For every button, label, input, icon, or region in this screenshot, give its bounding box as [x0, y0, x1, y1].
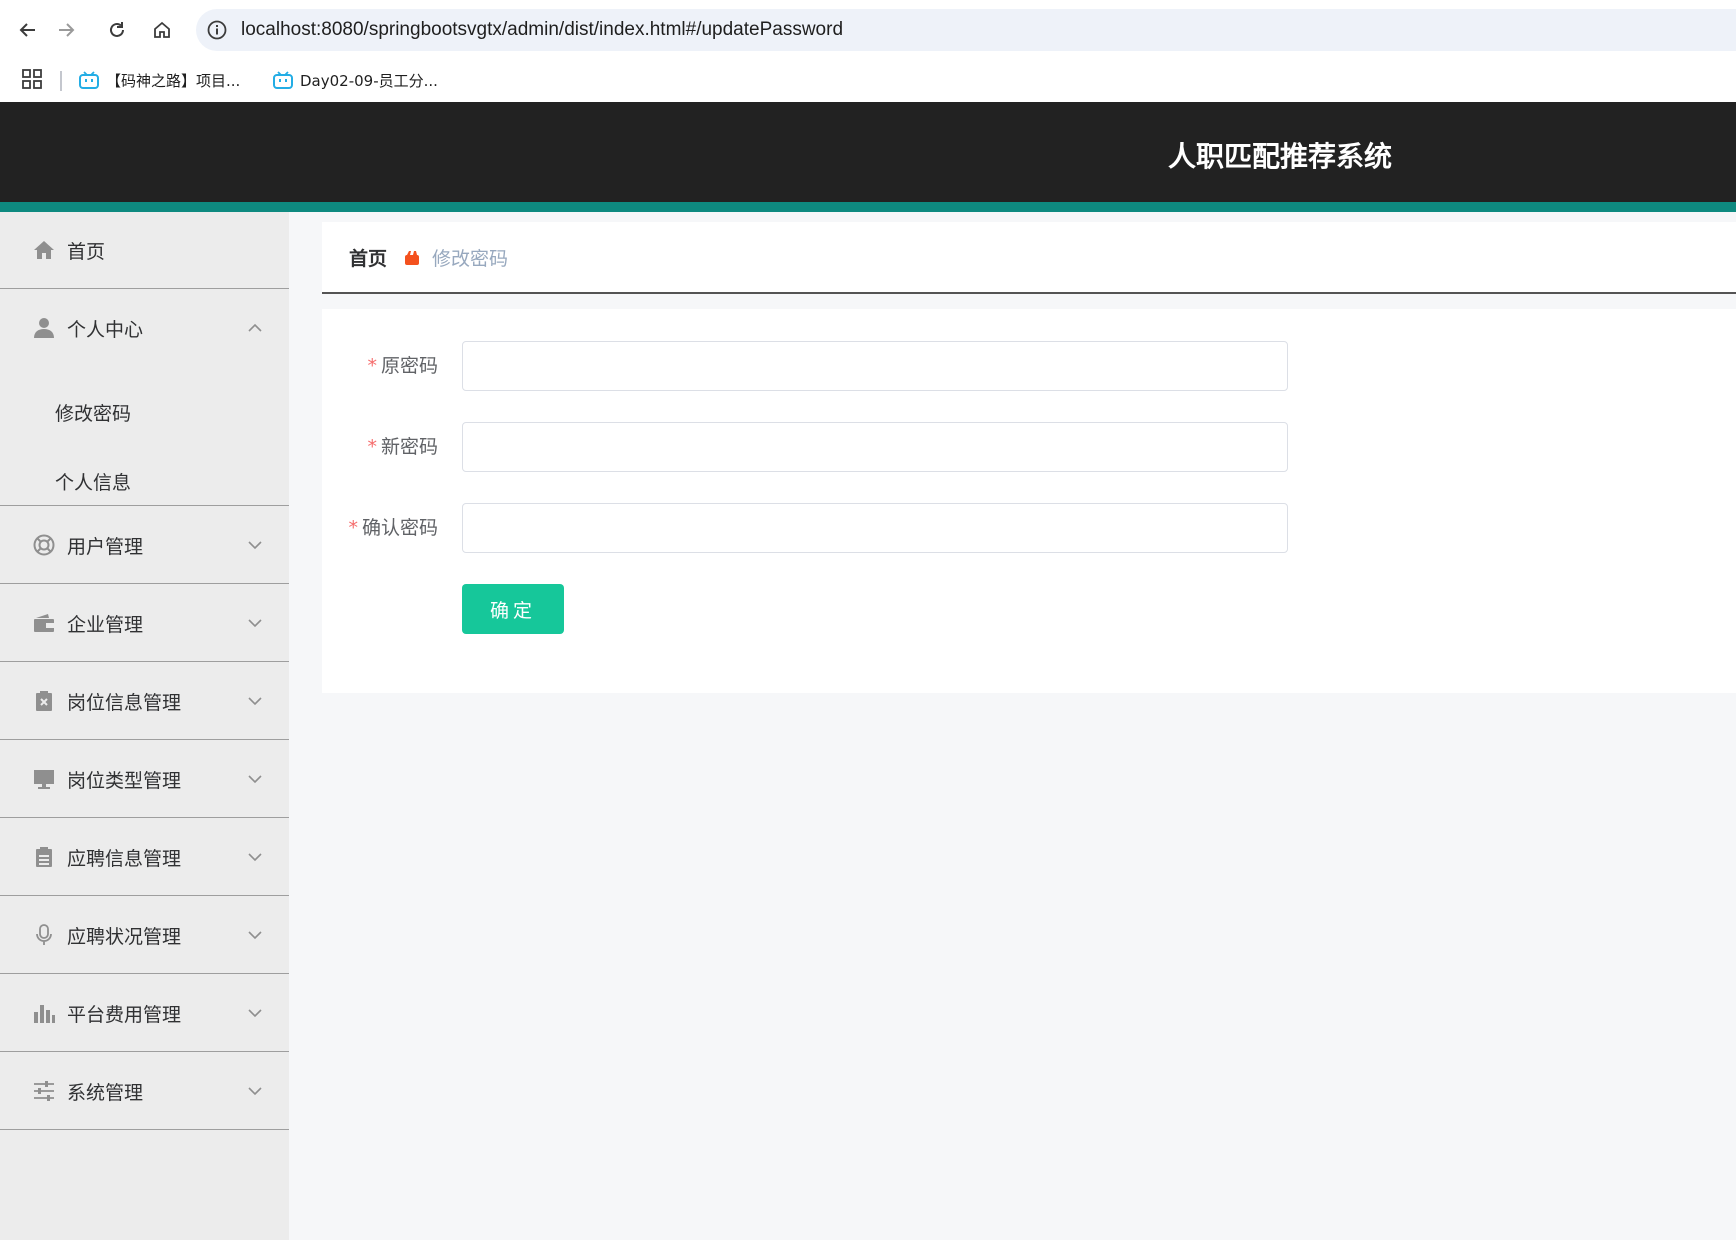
sidebar-item-job-type-management[interactable]: 岗位类型管理 [0, 740, 289, 818]
required-asterisk: * [348, 517, 358, 539]
chevron-up-icon[interactable] [246, 319, 264, 337]
breadcrumb: 首页 修改密码 [322, 222, 1736, 294]
home-icon [34, 241, 54, 259]
required-asterisk: * [367, 436, 377, 458]
breadcrumb-current: 修改密码 [432, 248, 509, 270]
required-asterisk: * [367, 355, 377, 377]
arrow-right-icon [59, 23, 75, 37]
app-title: 人职匹配推荐系统 [1167, 140, 1392, 173]
sidebar-item-label: 个人中心 [67, 318, 144, 341]
url-text[interactable]: localhost:8080/springbootsvgtx/admin/dis… [241, 9, 843, 51]
chevron-down-icon[interactable] [246, 926, 264, 944]
lifebuoy-icon [33, 534, 55, 556]
browser-toolbar: localhost:8080/springbootsvgtx/admin/dis… [0, 0, 1736, 58]
breadcrumb-separator-icon [405, 251, 419, 265]
bilibili-icon [273, 71, 293, 89]
sidebar-item-label: 用户管理 [67, 535, 144, 558]
sidebar: 首页 个人中心 修改密码 个人信息 用户管理 企业管理 岗位信息管理 岗位类型管… [0, 212, 289, 1240]
sidebar-item-label: 应聘信息管理 [67, 847, 182, 870]
sidebar-item-personal-center[interactable]: 个人中心 修改密码 个人信息 [0, 289, 289, 506]
sidebar-item-label: 企业管理 [67, 613, 144, 636]
main-content: 首页 修改密码 * 原密码 * 新密码 * 确认密码 确定 [289, 212, 1736, 1240]
confirm-password-input[interactable] [462, 503, 1288, 553]
sidebar-item-label: 系统管理 [67, 1081, 144, 1104]
forward-button[interactable] [50, 14, 82, 46]
bilibili-icon [79, 71, 99, 89]
chevron-down-icon[interactable] [246, 1004, 264, 1022]
sidebar-item-label: 岗位信息管理 [67, 691, 182, 714]
apps-grid-icon[interactable] [20, 67, 44, 91]
back-button[interactable] [12, 14, 44, 46]
home-button[interactable] [146, 14, 178, 46]
bookmarks-bar: 【码神之路】项目... Day02-09-员工分... [0, 58, 1736, 102]
bookmark-label: 【码神之路】项目... [106, 71, 241, 90]
old-password-row: * 原密码 [322, 341, 1736, 391]
confirm-button[interactable]: 确定 [462, 584, 564, 634]
reload-icon [110, 22, 124, 37]
microphone-icon [36, 924, 52, 945]
bar-chart-icon [34, 1005, 55, 1023]
sliders-icon [34, 1081, 54, 1101]
sidebar-item-home[interactable]: 首页 [0, 212, 289, 289]
address-bar[interactable]: localhost:8080/springbootsvgtx/admin/dis… [196, 9, 1736, 51]
wallet-icon [34, 614, 54, 632]
confirm-password-label: * 确认密码 [348, 517, 438, 539]
clipboard-x-icon [36, 691, 52, 711]
sidebar-item-label: 应聘状况管理 [67, 925, 182, 948]
app-header: 人职匹配推荐系统 [0, 102, 1736, 212]
chevron-down-icon[interactable] [246, 848, 264, 866]
old-password-input[interactable] [462, 341, 1288, 391]
sidebar-item-application-status-management[interactable]: 应聘状况管理 [0, 896, 289, 974]
old-password-label: * 原密码 [367, 355, 438, 377]
chevron-down-icon[interactable] [246, 536, 264, 554]
sidebar-item-enterprise-management[interactable]: 企业管理 [0, 584, 289, 662]
bookmark-label: Day02-09-员工分... [300, 71, 438, 90]
submenu-item-change-password[interactable]: 修改密码 [55, 399, 131, 426]
monitor-icon [34, 770, 54, 789]
clipboard-icon [36, 847, 52, 867]
sidebar-item-platform-fee-management[interactable]: 平台费用管理 [0, 974, 289, 1052]
breadcrumb-home[interactable]: 首页 [349, 222, 387, 296]
bookmark-item[interactable]: Day02-09-员工分... [272, 58, 438, 102]
sidebar-item-label: 首页 [67, 240, 106, 263]
bookmark-item[interactable]: 【码神之路】项目... [78, 58, 240, 102]
sidebar-item-job-info-management[interactable]: 岗位信息管理 [0, 662, 289, 740]
user-icon [34, 318, 54, 338]
chevron-down-icon[interactable] [246, 692, 264, 710]
new-password-input[interactable] [462, 422, 1288, 472]
sidebar-item-label: 岗位类型管理 [67, 769, 182, 792]
header-accent-bar [0, 202, 1736, 212]
arrow-left-icon [19, 23, 35, 37]
sidebar-item-application-info-management[interactable]: 应聘信息管理 [0, 818, 289, 896]
reload-button[interactable] [101, 14, 133, 46]
home-outline-icon [154, 21, 170, 38]
sidebar-item-user-management[interactable]: 用户管理 [0, 506, 289, 584]
chevron-down-icon[interactable] [246, 1082, 264, 1100]
confirm-password-row: * 确认密码 [322, 503, 1736, 553]
new-password-label: * 新密码 [367, 436, 438, 458]
new-password-row: * 新密码 [322, 422, 1736, 472]
change-password-form: * 原密码 * 新密码 * 确认密码 确定 [322, 309, 1736, 693]
submenu-item-personal-info[interactable]: 个人信息 [55, 468, 131, 495]
info-icon[interactable] [206, 19, 228, 41]
sidebar-item-label: 平台费用管理 [67, 1003, 182, 1026]
chevron-down-icon[interactable] [246, 614, 264, 632]
bookmark-separator [60, 71, 62, 91]
sidebar-item-system-management[interactable]: 系统管理 [0, 1052, 289, 1130]
chevron-down-icon[interactable] [246, 770, 264, 788]
